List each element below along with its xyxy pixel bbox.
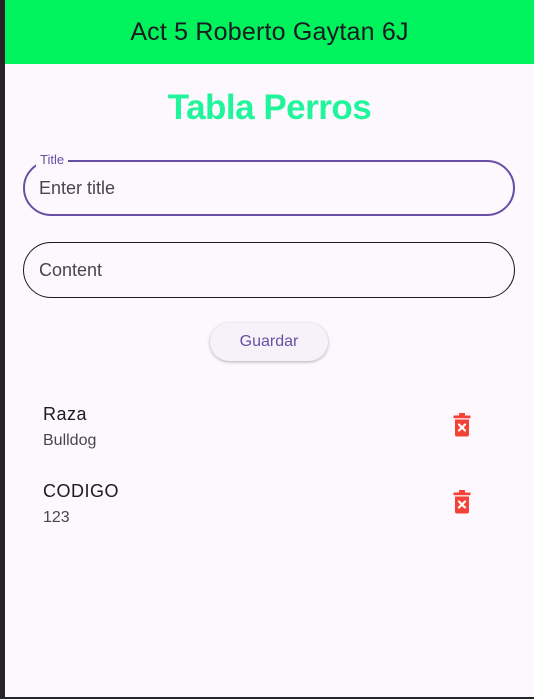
content-input[interactable]: [39, 259, 479, 281]
app-bar: Act 5 Roberto Gaytan 6J: [5, 0, 534, 64]
page-title: Tabla Perros: [167, 88, 372, 127]
title-field[interactable]: Title: [23, 152, 515, 216]
title-field-label: Title: [36, 152, 69, 168]
list-item: CODIGO 123: [5, 467, 534, 544]
app-screen: Act 5 Roberto Gaytan 6J Tabla Perros Tit…: [5, 0, 534, 697]
delete-forever-icon: [453, 413, 471, 437]
records-list: Raza Bulldog CODIGO 123: [5, 390, 534, 544]
app-bar-title: Act 5 Roberto Gaytan 6J: [130, 17, 409, 46]
delete-forever-icon: [453, 490, 471, 514]
list-item-subtitle: Bulldog: [43, 432, 97, 449]
list-item: Raza Bulldog: [5, 390, 534, 467]
list-item-title: CODIGO: [43, 481, 120, 501]
list-item-subtitle: 123: [43, 509, 70, 526]
delete-button[interactable]: [445, 485, 479, 519]
list-item-title: Raza: [43, 404, 88, 424]
content-field[interactable]: [23, 242, 515, 298]
title-input[interactable]: [39, 177, 479, 199]
save-button[interactable]: Guardar: [210, 323, 328, 361]
delete-button[interactable]: [445, 408, 479, 442]
